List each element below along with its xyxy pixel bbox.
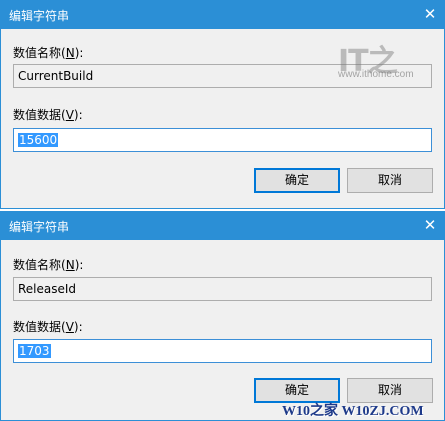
value-name-label: 数值名称(N): (13, 46, 84, 60)
value-name-field[interactable]: CurrentBuild (13, 64, 432, 88)
dialog-title: 编辑字符串 (9, 9, 70, 23)
cancel-button[interactable]: 取消 (347, 168, 433, 193)
value-name-label: 数值名称(N): (13, 258, 84, 272)
close-icon[interactable]: ✕ (417, 0, 443, 29)
title-bar[interactable]: 编辑字符串 ✕ (0, 0, 445, 29)
value-data-text: 15600 (18, 133, 59, 147)
value-name-text: CurrentBuild (18, 69, 94, 83)
ok-button[interactable]: 确定 (254, 168, 340, 193)
hotkey-n: N (65, 46, 75, 60)
value-data-input[interactable]: 1703 (13, 339, 432, 363)
hotkey-n: N (65, 258, 75, 272)
value-data-text: 1703 (18, 344, 51, 358)
value-name-text: ReleaseId (18, 282, 77, 296)
edit-string-dialog-1: 编辑字符串 ✕ 数值名称(N): CurrentBuild 数值数据(V): 1… (0, 0, 445, 209)
value-data-label: 数值数据(V): (13, 108, 83, 122)
dialog-title: 编辑字符串 (9, 220, 70, 234)
value-data-input[interactable]: 15600 (13, 128, 432, 152)
title-bar[interactable]: 编辑字符串 ✕ (0, 211, 445, 240)
close-icon[interactable]: ✕ (417, 211, 443, 240)
value-data-label: 数值数据(V): (13, 320, 83, 334)
value-name-field[interactable]: ReleaseId (13, 277, 432, 301)
w10zj-watermark: W10之家 W10ZJ.COM (282, 404, 424, 419)
hotkey-v: V (65, 108, 74, 122)
hotkey-v: V (65, 320, 74, 334)
edit-string-dialog-2: 编辑字符串 ✕ 数值名称(N): ReleaseId 数值数据(V): 1703… (0, 211, 445, 421)
